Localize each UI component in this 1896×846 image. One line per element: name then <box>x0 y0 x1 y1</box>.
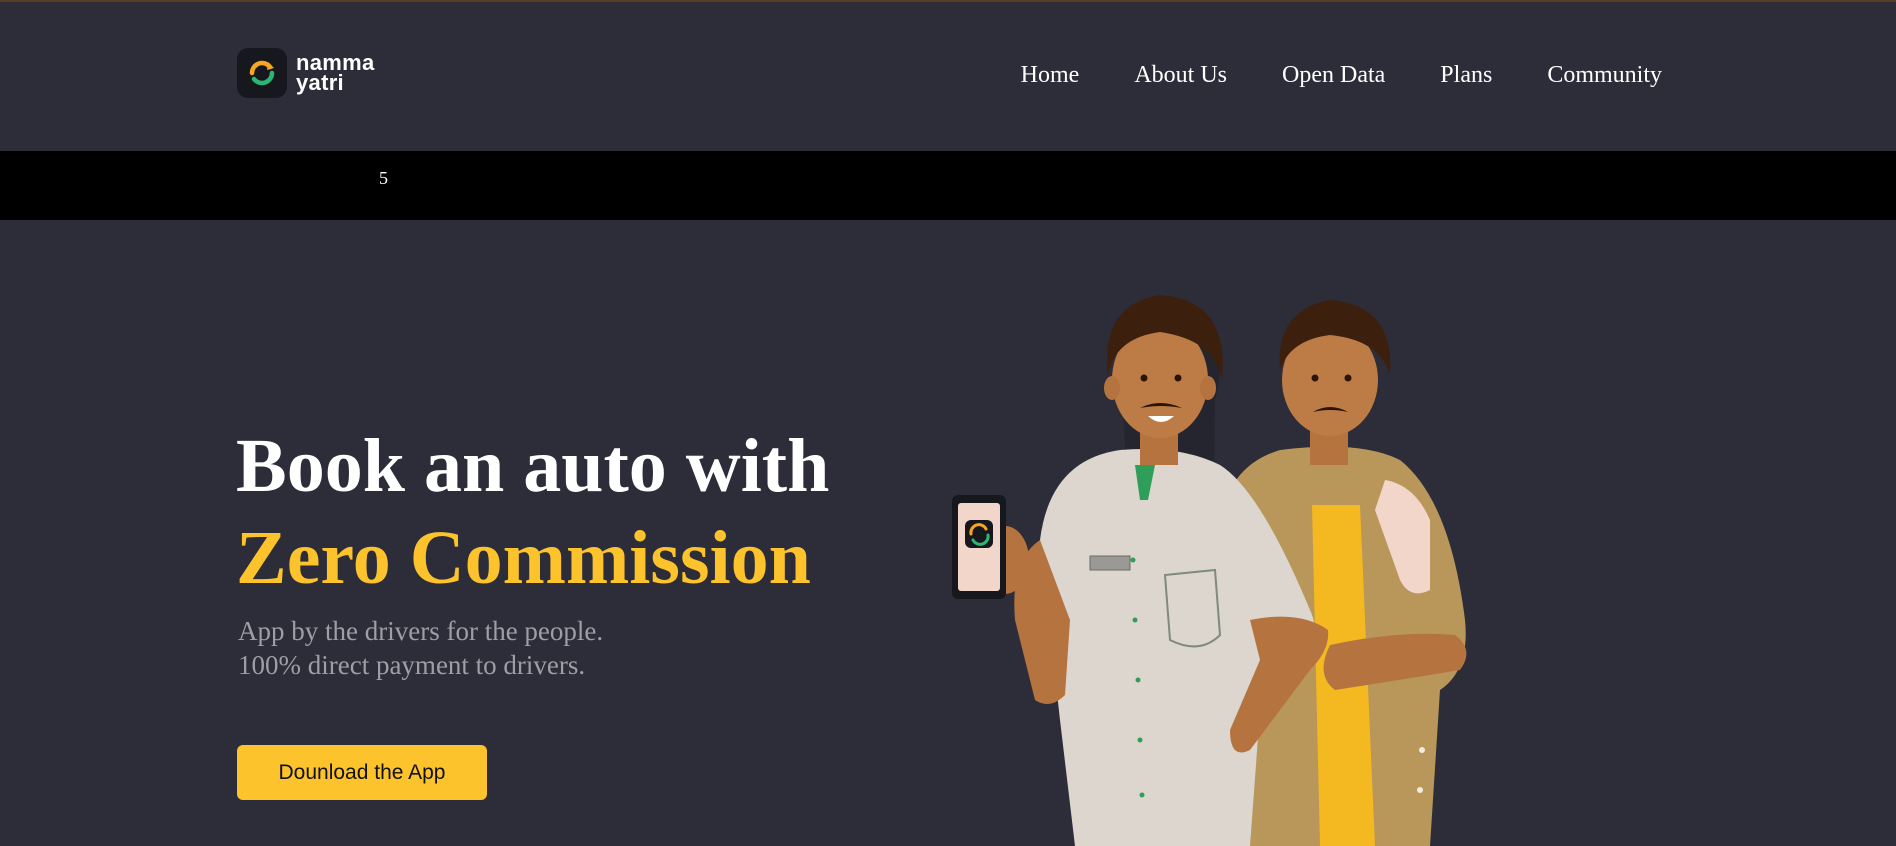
download-app-button[interactable]: Dounload the App <box>237 745 487 800</box>
site-header: namma yatri Home About Us Open Data Plan… <box>0 2 1896 151</box>
hero-title-line1: Book an auto with <box>236 424 830 508</box>
nav-open-data[interactable]: Open Data <box>1282 60 1385 90</box>
hero-title-highlight: Zero Commission <box>236 516 811 600</box>
brand-name-line2: yatri <box>296 70 344 95</box>
hero-subtitle-line1: App by the drivers for the people. <box>238 616 604 646</box>
main-nav: Home About Us Open Data Plans Community <box>1021 60 1662 90</box>
brand-name: namma yatri <box>296 52 375 95</box>
hero-title: Book an auto with Zero Commission <box>236 420 829 604</box>
drivers-illustration <box>930 290 1570 846</box>
namma-yatri-logo-icon <box>237 48 287 98</box>
announcement-bar: 5 <box>0 151 1896 220</box>
hero-subtitle: App by the drivers for the people. 100% … <box>238 614 603 682</box>
nav-plans[interactable]: Plans <box>1440 60 1492 90</box>
nav-about-us[interactable]: About Us <box>1134 60 1227 90</box>
announcement-text: 5 <box>379 168 388 188</box>
nav-home[interactable]: Home <box>1021 60 1080 90</box>
brand-logo[interactable]: namma yatri <box>237 47 375 99</box>
hero-subtitle-line2: 100% direct payment to drivers. <box>238 650 586 680</box>
nav-community[interactable]: Community <box>1547 60 1662 90</box>
